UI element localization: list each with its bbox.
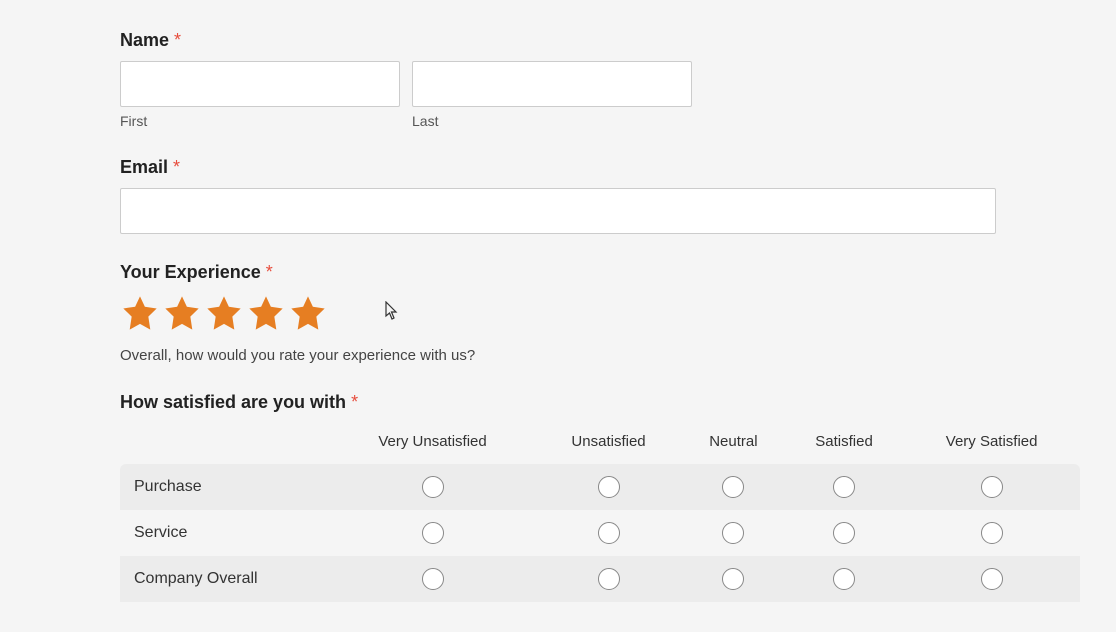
satisfaction-row-label: Company Overall [120, 556, 330, 602]
satisfaction-radio[interactable] [598, 522, 620, 544]
star-icon[interactable] [162, 293, 202, 333]
satisfaction-header: Very Satisfied [903, 423, 1080, 464]
star-icon[interactable] [288, 293, 328, 333]
satisfaction-table: Very Unsatisfied Unsatisfied Neutral Sat… [120, 423, 1080, 602]
email-group: Email * [120, 157, 996, 234]
experience-label-text: Your Experience [120, 262, 261, 282]
experience-description: Overall, how would you rate your experie… [120, 347, 996, 364]
email-label-text: Email [120, 157, 168, 177]
satisfaction-radio[interactable] [833, 522, 855, 544]
last-name-field: Last [412, 61, 692, 129]
satisfaction-header: Satisfied [785, 423, 903, 464]
name-row: First Last [120, 61, 996, 129]
last-name-input[interactable] [412, 61, 692, 107]
experience-label: Your Experience * [120, 262, 996, 283]
email-label: Email * [120, 157, 996, 178]
satisfaction-radio[interactable] [722, 476, 744, 498]
required-mark: * [266, 262, 273, 282]
satisfaction-radio[interactable] [722, 522, 744, 544]
satisfaction-header: Very Unsatisfied [330, 423, 535, 464]
required-mark: * [174, 30, 181, 50]
table-row: Service [120, 510, 1080, 556]
satisfaction-radio[interactable] [598, 476, 620, 498]
satisfaction-label: How satisfied are you with * [120, 392, 996, 413]
email-input[interactable] [120, 188, 996, 234]
satisfaction-header-empty [120, 423, 330, 464]
satisfaction-label-text: How satisfied are you with [120, 392, 346, 412]
first-name-field: First [120, 61, 400, 129]
satisfaction-radio[interactable] [833, 568, 855, 590]
satisfaction-radio[interactable] [981, 476, 1003, 498]
satisfaction-group: How satisfied are you with * Very Unsati… [120, 392, 996, 602]
table-row: Company Overall [120, 556, 1080, 602]
satisfaction-radio[interactable] [422, 476, 444, 498]
name-label: Name * [120, 30, 996, 51]
star-icon[interactable] [204, 293, 244, 333]
star-icon[interactable] [246, 293, 286, 333]
satisfaction-radio[interactable] [598, 568, 620, 590]
satisfaction-row-label: Purchase [120, 464, 330, 510]
required-mark: * [173, 157, 180, 177]
first-name-input[interactable] [120, 61, 400, 107]
required-mark: * [351, 392, 358, 412]
satisfaction-radio[interactable] [981, 522, 1003, 544]
first-name-sublabel: First [120, 113, 400, 129]
satisfaction-header: Neutral [682, 423, 785, 464]
table-row: Purchase [120, 464, 1080, 510]
satisfaction-radio[interactable] [833, 476, 855, 498]
satisfaction-radio[interactable] [422, 522, 444, 544]
star-rating [120, 293, 996, 333]
last-name-sublabel: Last [412, 113, 692, 129]
satisfaction-radio[interactable] [981, 568, 1003, 590]
satisfaction-header-row: Very Unsatisfied Unsatisfied Neutral Sat… [120, 423, 1080, 464]
satisfaction-row-label: Service [120, 510, 330, 556]
star-icon[interactable] [120, 293, 160, 333]
name-group: Name * First Last [120, 30, 996, 129]
name-label-text: Name [120, 30, 169, 50]
satisfaction-radio[interactable] [422, 568, 444, 590]
satisfaction-header: Unsatisfied [535, 423, 682, 464]
experience-group: Your Experience * Overall, how would you… [120, 262, 996, 364]
satisfaction-radio[interactable] [722, 568, 744, 590]
